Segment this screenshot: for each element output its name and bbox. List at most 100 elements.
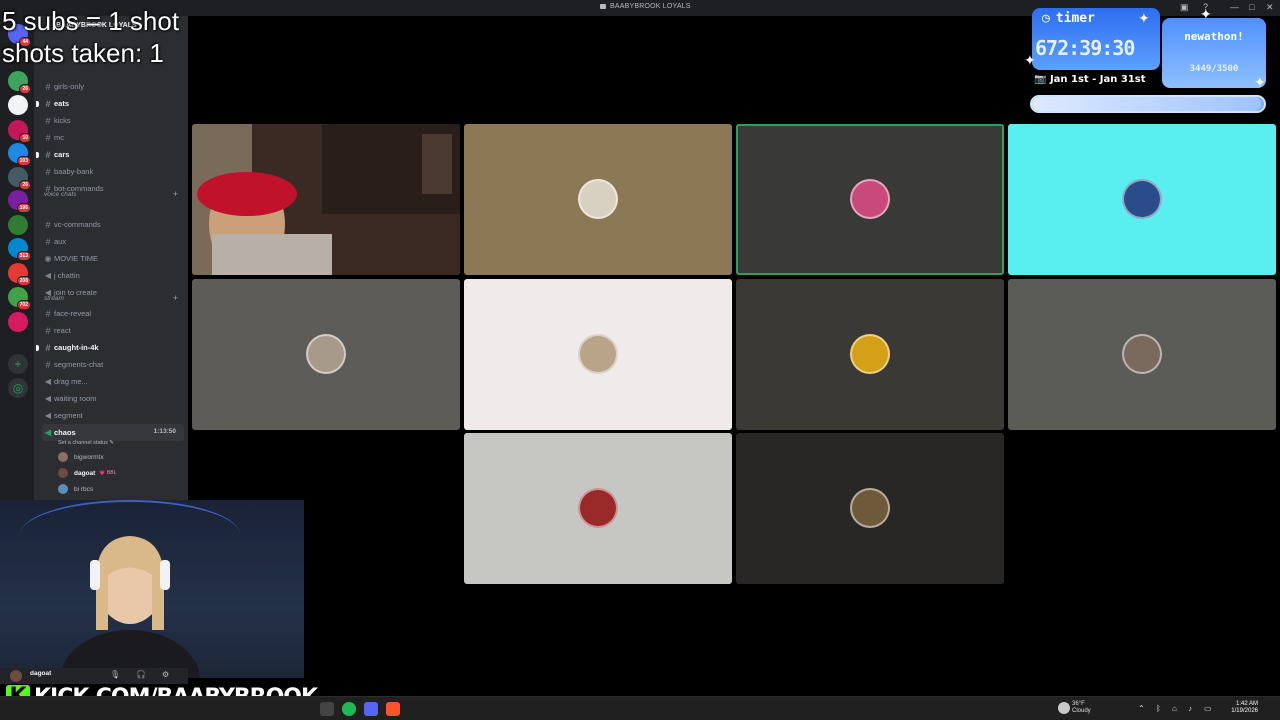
window-title: BAABYBROOK LOYALS bbox=[600, 3, 691, 10]
channel-react[interactable]: # react bbox=[42, 322, 184, 339]
channel-eats[interactable]: # eats bbox=[36, 95, 184, 112]
goal-title: newathon! bbox=[1184, 30, 1244, 43]
hash-icon: # bbox=[45, 236, 51, 247]
user-avatar bbox=[1122, 334, 1162, 374]
channel-status[interactable]: Set a channel status ✎ bbox=[58, 440, 114, 446]
voice-channel-chaos[interactable]: ◀ chaos 1:13:50 bbox=[42, 424, 184, 441]
server-icon[interactable] bbox=[8, 95, 28, 115]
server-icon[interactable]: 10 bbox=[8, 120, 31, 143]
server-icon[interactable] bbox=[8, 312, 28, 332]
channel-movie-time[interactable]: ◉ MOVIE TIME bbox=[42, 250, 184, 267]
speaker-icon: ◀ bbox=[44, 377, 52, 386]
close-button[interactable]: ✕ bbox=[1266, 2, 1274, 13]
server-icon[interactable]: 208 bbox=[8, 263, 31, 286]
channel-vc-commands[interactable]: # vc-commands bbox=[42, 216, 184, 233]
server-icon[interactable]: 313 bbox=[8, 238, 31, 261]
overlay-shots-taken: shots taken: 1 bbox=[2, 38, 164, 68]
chevron-up-icon[interactable]: ⌃ bbox=[1138, 704, 1145, 713]
sparkle-icon: ✦ bbox=[1254, 74, 1266, 90]
voice-user[interactable]: bigwormtx bbox=[58, 452, 104, 462]
mention-badge: 10 bbox=[19, 133, 31, 143]
settings-gear-icon[interactable]: ⚙ bbox=[162, 670, 169, 679]
server-icon[interactable]: 196 bbox=[8, 190, 31, 213]
spotify-icon[interactable] bbox=[342, 702, 356, 716]
channel-baaby-bank[interactable]: # baaby-bank bbox=[42, 163, 184, 180]
headphones-icon[interactable]: 🎧 bbox=[136, 670, 146, 679]
bluetooth-icon[interactable]: ᛒ bbox=[1156, 704, 1161, 713]
brave-browser-icon[interactable] bbox=[386, 702, 400, 716]
channel-girls-only[interactable]: # girls-only bbox=[42, 78, 184, 95]
channel-bot-commands[interactable]: # bot-commands bbox=[42, 180, 184, 197]
video-tile[interactable] bbox=[736, 124, 1004, 275]
sparkle-icon: ✦ bbox=[1200, 6, 1212, 22]
video-tile[interactable] bbox=[464, 124, 732, 275]
speaker-icon: ◀ bbox=[44, 411, 52, 420]
streamer-figure bbox=[60, 536, 200, 678]
channel-aux[interactable]: # aux bbox=[42, 233, 184, 250]
hash-icon: # bbox=[45, 325, 51, 336]
mention-badge: 103 bbox=[16, 156, 31, 166]
sparkle-icon: ✦ bbox=[1024, 52, 1036, 68]
channel-name: kicks bbox=[54, 116, 71, 125]
channel-drag-me-[interactable]: ◀ drag me... bbox=[42, 373, 184, 390]
video-tile[interactable] bbox=[192, 279, 460, 430]
goal-progress-fill bbox=[1032, 97, 1261, 111]
weather-widget[interactable]: 36°F Cloudy bbox=[1072, 701, 1091, 715]
mention-badge: 208 bbox=[16, 276, 31, 286]
discord-icon[interactable] bbox=[364, 702, 378, 716]
minimize-button[interactable]: — bbox=[1230, 2, 1239, 12]
channel-caught-in-4k[interactable]: # caught-in-4k bbox=[36, 339, 184, 356]
sparkle-icon: ✦ bbox=[1138, 10, 1150, 26]
weather-cloud-icon[interactable] bbox=[1058, 702, 1070, 714]
user-panel: dagoat 🎙 🎧 ⚙ bbox=[0, 668, 188, 684]
channel-kicks[interactable]: # kicks bbox=[42, 112, 184, 129]
video-tile[interactable] bbox=[464, 279, 732, 430]
user-avatar[interactable] bbox=[10, 670, 22, 682]
hash-icon: # bbox=[45, 219, 51, 230]
add-server-button[interactable]: + bbox=[8, 354, 28, 374]
channel-cars[interactable]: # cars bbox=[36, 146, 184, 163]
display-icon[interactable]: ▭ bbox=[1204, 704, 1212, 713]
server-rail: 44 26 10 103 26 196 313 208 702 + ◎ bbox=[0, 16, 34, 500]
voice-user[interactable]: bi rbcs bbox=[58, 484, 93, 494]
server-icon[interactable]: 702 bbox=[8, 287, 31, 310]
channel-join-to-create[interactable]: ◀ join to create bbox=[42, 284, 184, 301]
channel-name: chaos bbox=[54, 428, 76, 437]
server-icon[interactable] bbox=[8, 215, 28, 235]
network-icon[interactable]: ⌂ bbox=[1172, 704, 1177, 713]
server-icon[interactable]: 103 bbox=[8, 143, 31, 166]
hash-icon: # bbox=[45, 342, 51, 353]
channel-segment[interactable]: ◀ segment bbox=[42, 407, 184, 424]
app-icon[interactable] bbox=[320, 702, 334, 716]
voice-user[interactable]: dagoat 💗 BBL bbox=[58, 468, 116, 478]
server-icon[interactable]: 26 bbox=[8, 71, 31, 94]
server-icon[interactable]: 26 bbox=[8, 167, 31, 190]
voice-user-name: dagoat bbox=[74, 469, 96, 477]
user-avatar bbox=[58, 484, 68, 494]
explore-compass-icon[interactable]: ◎ bbox=[8, 378, 28, 398]
microphone-icon[interactable]: 🎙 bbox=[110, 670, 120, 679]
mention-badge: 26 bbox=[19, 180, 31, 190]
mention-badge: 26 bbox=[19, 84, 31, 94]
video-tile[interactable] bbox=[736, 279, 1004, 430]
voice-user-name: bi rbcs bbox=[74, 485, 94, 493]
channel-mc[interactable]: # mc bbox=[42, 129, 184, 146]
hash-icon: # bbox=[45, 115, 51, 126]
maximize-button[interactable]: □ bbox=[1249, 2, 1254, 12]
volume-icon[interactable]: ♪ bbox=[1188, 704, 1192, 713]
video-tile[interactable] bbox=[1008, 124, 1276, 275]
mention-badge: 702 bbox=[16, 300, 31, 310]
channel-face-reveal[interactable]: # face-reveal bbox=[42, 305, 184, 322]
video-tile[interactable] bbox=[1008, 279, 1276, 430]
channel-waiting-room[interactable]: ◀ waiting room bbox=[42, 390, 184, 407]
system-clock[interactable]: 1:42 AM 1/19/2026 bbox=[1226, 701, 1258, 715]
video-tile-camera[interactable] bbox=[192, 124, 460, 275]
goal-count: 3449/3500 bbox=[1189, 64, 1239, 74]
channel-segments-chat[interactable]: # segments-chat bbox=[42, 356, 184, 373]
inbox-icon[interactable]: ▣ bbox=[1180, 2, 1189, 13]
video-tile[interactable] bbox=[736, 433, 1004, 584]
channel-name: mc bbox=[54, 133, 64, 142]
channel-j-chattin[interactable]: ◀ j chattin bbox=[42, 267, 184, 284]
voice-user-name: bigwormtx bbox=[74, 453, 104, 461]
video-tile[interactable] bbox=[464, 433, 732, 584]
